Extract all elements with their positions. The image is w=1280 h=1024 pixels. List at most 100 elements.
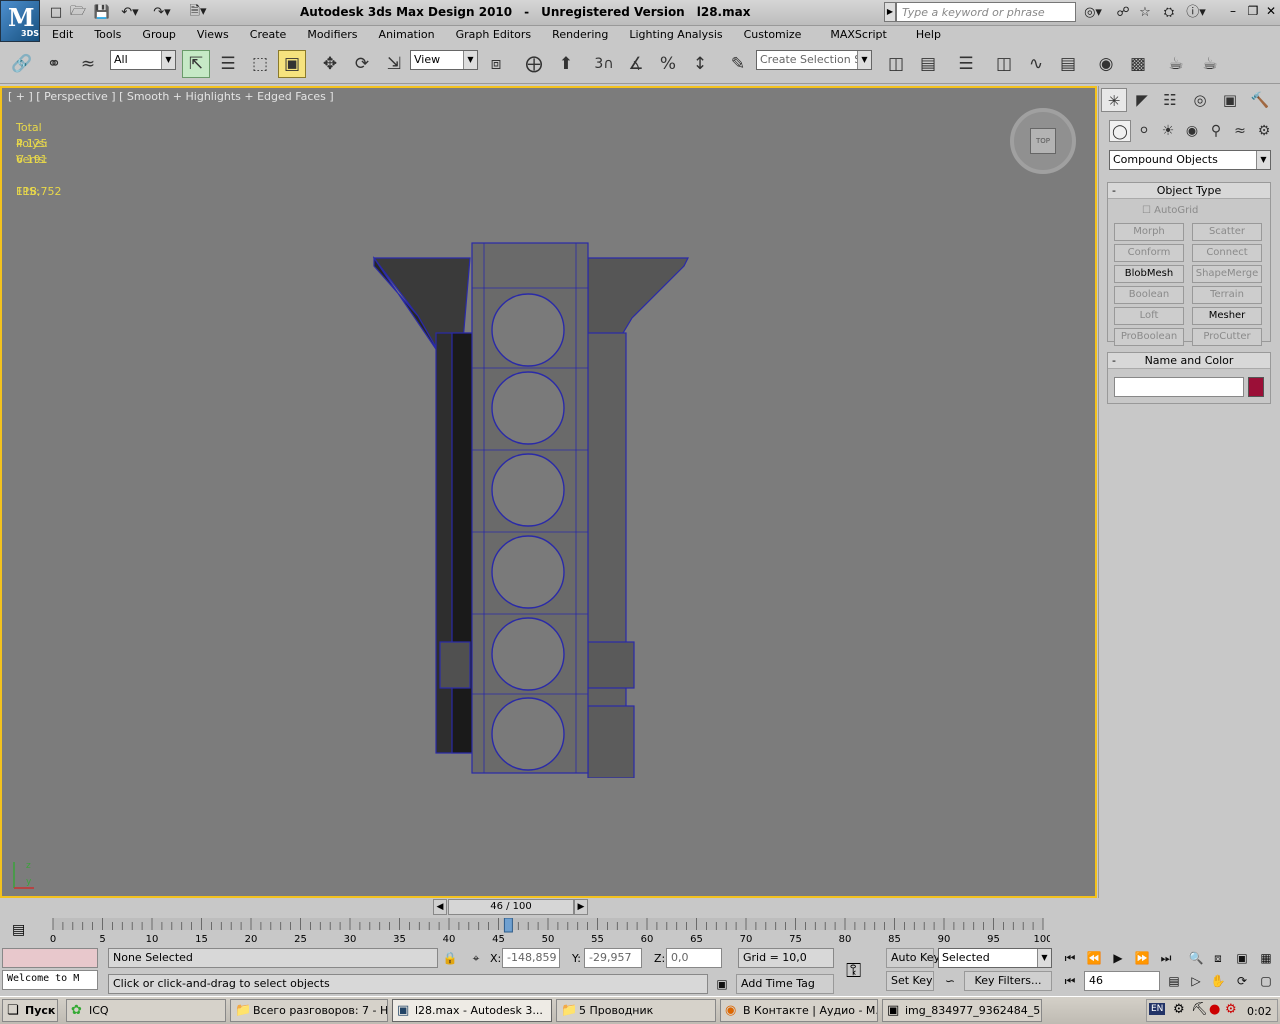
favorites-star-icon[interactable]: ☆	[1134, 3, 1156, 22]
space-warps-icon[interactable]: ≈	[1229, 120, 1251, 142]
menu-tools[interactable]: Tools	[82, 26, 130, 44]
search-input[interactable]: Type a keyword or phrase	[896, 2, 1076, 22]
tray-network-icon[interactable]: ⚙	[1173, 1002, 1185, 1017]
current-frame-field[interactable]: 46	[1084, 971, 1160, 991]
search-expand-icon[interactable]: ▶	[884, 2, 896, 22]
set-key-button[interactable]: Set Key	[886, 971, 934, 991]
select-object-icon[interactable]: ⇱	[182, 50, 210, 78]
rendered-frame-window-icon[interactable]: ☕	[1162, 50, 1190, 78]
geometry-icon[interactable]: ◯	[1109, 120, 1131, 142]
menu-views[interactable]: Views	[185, 26, 238, 44]
play-icon[interactable]: ▶	[1108, 948, 1128, 968]
tray-antivirus-icon[interactable]: ●	[1209, 1002, 1220, 1017]
taskbar-item-image[interactable]: ▣ img_834977_9362484_5...	[882, 999, 1042, 1022]
pan-view-icon[interactable]: ✋	[1208, 971, 1228, 991]
render-setup-icon[interactable]: ▩	[1124, 50, 1152, 78]
name-and-color-header[interactable]: - Name and Color	[1108, 353, 1270, 369]
material-editor-icon[interactable]: ◉	[1092, 50, 1120, 78]
loft-button[interactable]: Loft	[1114, 307, 1184, 325]
object-name-input[interactable]	[1114, 377, 1244, 397]
frame-ruler[interactable]: 0 5 10 15 20 25 30 35 40 45 50 55 60 65 70 75 80 85 90 95 10…	[50, 918, 1050, 944]
binoculars-icon[interactable]: ◎▾	[1078, 3, 1108, 22]
language-indicator[interactable]: EN	[1149, 1003, 1166, 1015]
close-icon[interactable]: ✕	[1262, 3, 1280, 19]
track-bar[interactable]: ▤ 0 5 10 15 20 25 30 35 40 45 50 55 60 65 70 75 80 85 90 95…	[0, 916, 1097, 946]
menu-group[interactable]: Group	[130, 26, 185, 44]
redo-icon[interactable]: ↷▾	[148, 3, 176, 22]
pivot-center-icon[interactable]: ⧈	[482, 50, 510, 78]
help-icon[interactable]: ⓘ▾	[1180, 3, 1212, 22]
menu-create[interactable]: Create	[238, 26, 296, 44]
taskbar-item-firefox[interactable]: ◉ В Контакте | Аудио - M...	[720, 999, 878, 1022]
zoom-extents-icon[interactable]: ▣	[1232, 948, 1252, 968]
new-file-icon[interactable]: □	[46, 3, 66, 22]
menu-customize[interactable]: Customize	[732, 26, 811, 44]
autogrid-checkbox[interactable]: ☐ AutoGrid	[1142, 205, 1198, 216]
orbit-icon[interactable]: ⟳	[1232, 971, 1252, 991]
curve-editor-icon[interactable]: ∿	[1022, 50, 1050, 78]
snaps-toggle-icon[interactable]: 3∩	[590, 50, 618, 78]
menu-lighting-analysis[interactable]: Lighting Analysis	[617, 26, 731, 44]
cameras-icon[interactable]: ◉	[1181, 120, 1203, 142]
set-key-icon[interactable]: ⚿	[846, 958, 861, 982]
systems-icon[interactable]: ⚙	[1253, 120, 1275, 142]
open-file-icon[interactable]: 🗁	[68, 3, 88, 22]
x-coordinate-field[interactable]: -148,859	[502, 948, 560, 968]
utilities-tab-icon[interactable]: 🔨	[1247, 88, 1273, 112]
angle-snap-icon[interactable]: ∡	[622, 50, 650, 78]
save-file-icon[interactable]: 💾	[92, 3, 112, 22]
boolean-button[interactable]: Boolean	[1114, 286, 1184, 304]
key-mode-dropdown[interactable]: Selected ▼	[938, 948, 1052, 968]
graphite-modeling-icon[interactable]: ◫	[990, 50, 1018, 78]
taskbar-item-explorer[interactable]: 📁 5 Проводник	[556, 999, 716, 1022]
rotate-icon[interactable]: ⟳	[348, 50, 376, 78]
scale-icon[interactable]: ⇲	[380, 50, 408, 78]
zoom-extents-all-icon[interactable]: ▦	[1256, 948, 1276, 968]
perspective-viewport[interactable]: [ + ] [ Perspective ] [ Smooth + Highlig…	[0, 86, 1097, 898]
connect-button[interactable]: Connect	[1192, 244, 1262, 262]
time-slider-thumb[interactable]: 46 / 100	[448, 899, 574, 915]
layer-manager-icon[interactable]: ☰	[952, 50, 980, 78]
percent-snap-icon[interactable]: %	[654, 50, 682, 78]
proboolean-button[interactable]: ProBoolean	[1114, 328, 1184, 346]
key-mode-toggle-icon[interactable]: ⏮	[1060, 971, 1080, 991]
start-button[interactable]: ❏ Пуск	[2, 999, 58, 1022]
edit-named-selection-icon[interactable]: ✎	[724, 50, 752, 78]
shapes-icon[interactable]: ⚪	[1133, 120, 1155, 142]
project-folder-icon[interactable]: 🗎▾	[180, 3, 216, 22]
auto-key-button[interactable]: Auto Key	[886, 948, 940, 968]
morph-button[interactable]: Morph	[1114, 223, 1184, 241]
application-button[interactable]: M 3DS	[0, 0, 40, 42]
y-coordinate-field[interactable]: -29,957	[584, 948, 642, 968]
align-icon[interactable]: ▤	[914, 50, 942, 78]
zoom-icon[interactable]: 🔍	[1186, 948, 1206, 968]
create-tab-icon[interactable]: ✳	[1101, 88, 1127, 112]
engine-block-model[interactable]	[362, 238, 702, 778]
default-in-out-tangent-icon[interactable]: ∽	[940, 971, 960, 991]
add-time-tag-button[interactable]: Add Time Tag	[736, 974, 834, 994]
selection-lock-icon[interactable]: 🔒	[440, 948, 460, 968]
absolute-mode-icon[interactable]: ⌖	[466, 948, 486, 968]
prev-frame-arrow-icon[interactable]: ◀	[433, 899, 447, 915]
time-configuration-icon[interactable]: ▤	[1164, 971, 1184, 991]
taskbar-item-conversations[interactable]: 📁 Всего разговоров: 7 - Н...	[230, 999, 388, 1022]
minimize-icon[interactable]: –	[1224, 3, 1242, 19]
taskbar-item-3dsmax[interactable]: ▣ l28.max - Autodesk 3...	[392, 999, 552, 1022]
spinner-snap-icon[interactable]: ↕	[686, 50, 714, 78]
conform-button[interactable]: Conform	[1114, 244, 1184, 262]
procutter-button[interactable]: ProCutter	[1192, 328, 1262, 346]
mesher-button[interactable]: Mesher	[1192, 307, 1262, 325]
reference-coordinate-dropdown[interactable]: View ▼	[410, 50, 478, 70]
display-tab-icon[interactable]: ▣	[1217, 88, 1243, 112]
undo-icon[interactable]: ↶▾	[116, 3, 144, 22]
motion-tab-icon[interactable]: ◎	[1187, 88, 1213, 112]
mini-curve-editor-icon[interactable]: ▤	[12, 922, 25, 938]
schematic-view-icon[interactable]: ▤	[1054, 50, 1082, 78]
terrain-button[interactable]: Terrain	[1192, 286, 1262, 304]
hierarchy-tab-icon[interactable]: ☷	[1157, 88, 1183, 112]
modify-tab-icon[interactable]: ◤	[1129, 88, 1155, 112]
next-frame-icon[interactable]: ⏩	[1132, 948, 1152, 968]
taskbar-item-icq[interactable]: ✿ ICQ	[66, 999, 226, 1022]
restore-icon[interactable]: ❐	[1244, 3, 1262, 19]
bind-space-warp-icon[interactable]: ≈	[74, 50, 102, 78]
